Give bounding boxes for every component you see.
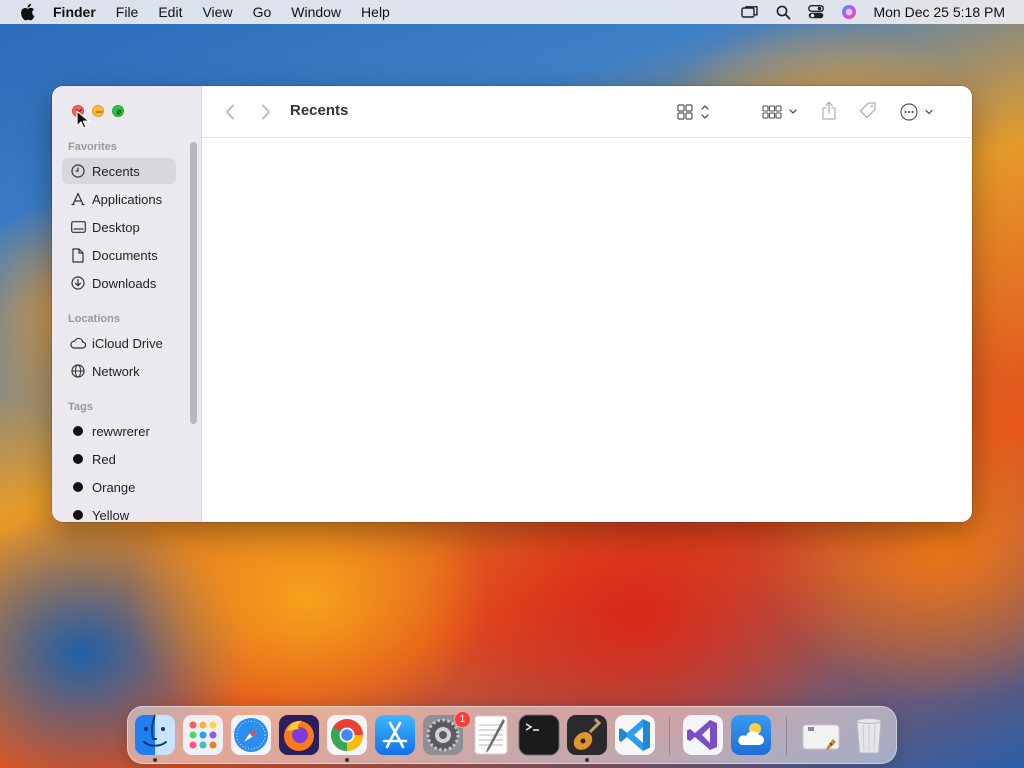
window-title: Recents <box>290 102 349 119</box>
terminal-icon[interactable] <box>517 713 561 757</box>
sidebar-item-label: rewwrerer <box>92 423 150 439</box>
sidebar-item-downloads[interactable]: Downloads <box>62 270 176 296</box>
menu-view[interactable]: View <box>202 4 232 20</box>
chrome-icon[interactable] <box>325 713 369 757</box>
document-icon <box>70 247 86 263</box>
trash-icon[interactable] <box>847 713 891 757</box>
sidebar-tag-red[interactable]: Red <box>62 446 176 472</box>
favorites-section-title: Favorites <box>68 141 117 153</box>
garageband-icon[interactable] <box>565 713 609 757</box>
running-indicator <box>585 758 589 762</box>
sidebar-item-desktop[interactable]: Desktop <box>62 214 176 240</box>
downloads-stack-icon[interactable] <box>799 713 843 757</box>
sidebar-item-label: Network <box>92 363 140 379</box>
menu-edit[interactable]: Edit <box>158 4 182 20</box>
sidebar-item-icloud-drive[interactable]: iCloud Drive <box>62 330 176 356</box>
sidebar-tag-yellow[interactable]: Yellow <box>62 502 176 522</box>
chevron-left-icon <box>226 104 234 120</box>
share-icon <box>822 101 836 120</box>
globe-icon <box>70 363 86 379</box>
vscode-icon[interactable] <box>613 713 657 757</box>
menu-app-finder[interactable]: Finder <box>53 4 96 20</box>
mouse-cursor-icon <box>76 110 90 129</box>
minimize-window-button[interactable] <box>92 105 104 117</box>
tag-dot-icon <box>73 482 83 492</box>
tags-button[interactable] <box>857 100 879 122</box>
menu-bar: Finder File Edit View Go Window Help Mon… <box>0 0 1024 24</box>
sidebar-tag-rewwrerer[interactable]: rewwrerer <box>62 418 176 444</box>
app-store-icon[interactable] <box>373 713 417 757</box>
launchpad-icon[interactable] <box>181 713 225 757</box>
tag-dot-icon <box>73 454 83 464</box>
sidebar-scrollbar[interactable] <box>190 142 197 424</box>
chevron-right-icon <box>262 104 270 120</box>
sidebar-tag-orange[interactable]: Orange <box>62 474 176 500</box>
file-list-area[interactable] <box>202 139 972 522</box>
sidebar-item-label: Yellow <box>92 507 130 523</box>
sidebar-item-label: Downloads <box>92 275 157 291</box>
menu-window[interactable]: Window <box>291 4 341 20</box>
weather-icon[interactable] <box>729 713 773 757</box>
dock-separator <box>786 717 787 755</box>
locations-section-title: Locations <box>68 313 120 325</box>
cloud-icon <box>70 335 86 351</box>
forward-button[interactable] <box>256 102 276 122</box>
tag-icon <box>859 102 876 119</box>
tag-dot-icon <box>73 426 83 436</box>
tags-section-title: Tags <box>68 401 93 413</box>
finder-window: Favorites Recents Applications Desktop D… <box>52 86 972 522</box>
zoom-arrows-icon <box>116 109 122 115</box>
download-icon <box>70 275 86 291</box>
safari-icon[interactable] <box>229 713 273 757</box>
zoom-window-button[interactable] <box>112 105 124 117</box>
clock-icon <box>70 163 86 179</box>
group-by-button[interactable] <box>760 101 802 123</box>
menu-file[interactable]: File <box>116 4 139 20</box>
group-grid-icon <box>762 105 797 119</box>
back-button[interactable] <box>220 102 240 122</box>
sidebar-item-documents[interactable]: Documents <box>62 242 176 268</box>
sidebar-item-label: Recents <box>92 163 140 179</box>
running-indicator <box>345 758 349 762</box>
sidebar-item-label: Orange <box>92 479 136 495</box>
sidebar-item-applications[interactable]: Applications <box>62 186 176 212</box>
sidebar-item-label: Red <box>92 451 116 467</box>
view-mode-button[interactable] <box>674 101 714 123</box>
sidebar-item-label: Documents <box>92 247 158 263</box>
running-indicator <box>153 758 157 762</box>
settings-icon[interactable]: 1 <box>421 711 471 757</box>
sidebar-item-label: iCloud Drive <box>92 335 163 351</box>
sidebar-item-network[interactable]: Network <box>62 358 176 384</box>
visual-studio-icon[interactable] <box>681 713 725 757</box>
textedit-icon[interactable] <box>469 713 513 757</box>
share-button[interactable] <box>818 100 840 122</box>
spotlight-search-icon[interactable] <box>774 3 792 21</box>
menu-help[interactable]: Help <box>361 4 390 20</box>
sidebar: Favorites Recents Applications Desktop D… <box>52 86 202 522</box>
dock-separator <box>669 717 670 755</box>
applications-icon <box>70 191 86 207</box>
finder-icon[interactable] <box>133 713 177 757</box>
menu-go[interactable]: Go <box>253 4 272 20</box>
dock: 1 <box>127 706 897 764</box>
icon-grid-view-icon <box>677 104 709 120</box>
control-center-icon[interactable] <box>807 3 825 21</box>
ellipsis-circle-icon <box>900 103 933 121</box>
toolbar: Recents <box>202 86 972 138</box>
tag-dot-icon <box>73 510 83 520</box>
firefox-icon[interactable] <box>277 713 321 757</box>
sidebar-item-label: Desktop <box>92 219 140 235</box>
menu-bar-clock[interactable]: Mon Dec 25 5:18 PM <box>873 4 1005 20</box>
siri-icon[interactable] <box>840 3 858 21</box>
desktop-icon <box>70 219 86 235</box>
screen-mirroring-icon[interactable] <box>741 3 759 21</box>
sidebar-item-label: Applications <box>92 191 163 207</box>
sidebar-item-recents[interactable]: Recents <box>62 158 176 184</box>
minimize-dash-icon <box>95 111 103 113</box>
apple-icon[interactable] <box>18 3 36 21</box>
more-actions-button[interactable] <box>898 101 938 123</box>
